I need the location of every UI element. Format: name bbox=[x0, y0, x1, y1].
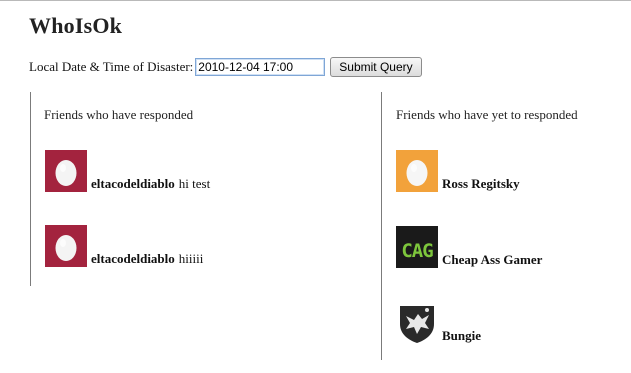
friend-message: hiiiii bbox=[178, 251, 204, 266]
datetime-label: Local Date & Time of Disaster: bbox=[29, 59, 194, 74]
responded-heading: Friends who have responded bbox=[44, 107, 194, 122]
datetime-input[interactable] bbox=[195, 58, 326, 76]
pending-friend-item: CAG Cheap Ass Gamer bbox=[396, 226, 542, 268]
friend-name: eltacodeldiablo bbox=[91, 251, 175, 266]
bungie-logo-avatar-icon[interactable] bbox=[396, 302, 438, 344]
pending-friend-item: Ross Regitsky bbox=[396, 150, 520, 192]
disaster-query-form: Local Date & Time of Disaster: Submit Qu… bbox=[29, 57, 422, 77]
friend-name: Cheap Ass Gamer bbox=[442, 252, 543, 267]
friend-name: eltacodeldiablo bbox=[91, 176, 175, 191]
responded-column: Friends who have responded eltacodeldiab… bbox=[30, 92, 330, 286]
default-egg-avatar-icon[interactable] bbox=[45, 225, 87, 267]
friend-message: hi test bbox=[178, 176, 211, 191]
pending-friend-item: Bungie bbox=[396, 302, 481, 344]
pending-column: Friends who have yet to responded Ross R… bbox=[381, 92, 631, 360]
submit-query-button[interactable]: Submit Query bbox=[330, 57, 422, 77]
default-egg-avatar-icon[interactable] bbox=[396, 150, 438, 192]
page-title: WhoIsOk bbox=[29, 13, 123, 38]
cag-logo-avatar-icon[interactable]: CAG bbox=[396, 226, 438, 268]
responded-friend-item: eltacodeldiablo hiiiii bbox=[45, 225, 203, 267]
friend-name: Bungie bbox=[442, 328, 482, 343]
friend-name: Ross Regitsky bbox=[442, 176, 520, 191]
responded-friend-item: eltacodeldiablo hi test bbox=[45, 150, 210, 192]
cag-logo-text: CAG bbox=[401, 240, 433, 262]
top-divider bbox=[0, 0, 631, 1]
pending-heading: Friends who have yet to responded bbox=[396, 107, 578, 122]
default-egg-avatar-icon[interactable] bbox=[45, 150, 87, 192]
